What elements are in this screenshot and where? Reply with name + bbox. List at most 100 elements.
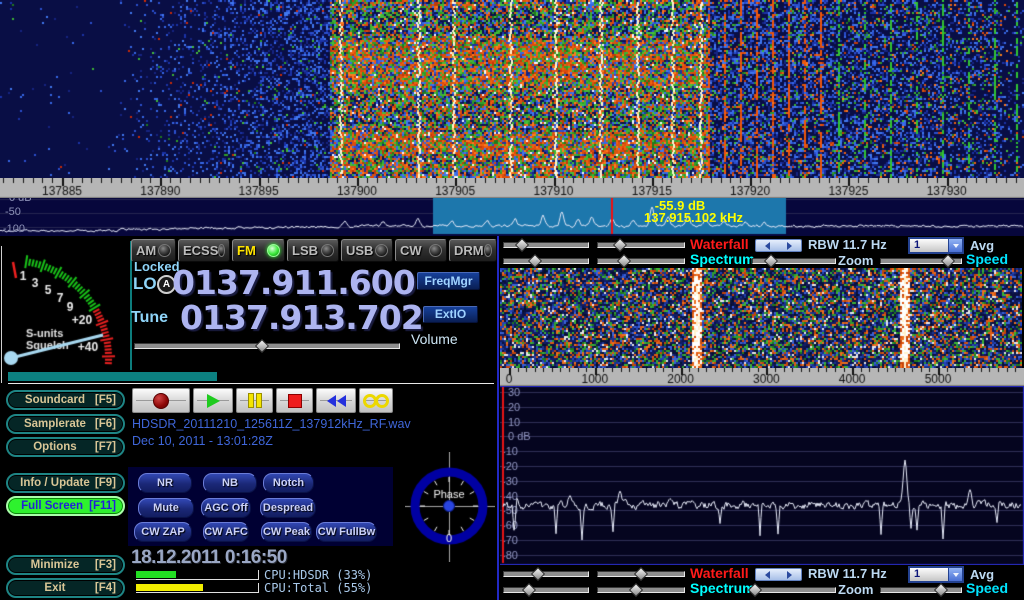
- zoom-slider[interactable]: [752, 583, 836, 596]
- mode-led-fm: [267, 244, 280, 257]
- clock-display: 18.12.2011 0:16:50: [131, 547, 287, 569]
- agc-off-button[interactable]: AGC Off: [201, 498, 251, 518]
- slider-thumb[interactable]: [941, 254, 955, 268]
- nr-button[interactable]: NR: [138, 473, 192, 493]
- waterfall-contrast-slider[interactable]: [503, 567, 589, 580]
- mode-button-usb[interactable]: USB: [341, 239, 393, 262]
- waterfall-brightness-slider[interactable]: [597, 238, 685, 251]
- despread-button[interactable]: Despread: [260, 498, 316, 518]
- lo-frequency-display[interactable]: 0137.911.600: [172, 266, 415, 299]
- spectrum-range-slider[interactable]: [503, 583, 589, 596]
- cw-zap-button[interactable]: CW ZAP: [134, 522, 192, 542]
- zoom-waterfall-display[interactable]: [500, 268, 1022, 368]
- avg-select[interactable]: 1: [908, 566, 964, 583]
- squelch-level-bar[interactable]: [8, 372, 217, 381]
- meter-frame-line: [1, 246, 2, 383]
- pause-icon: [247, 393, 263, 408]
- slider-thumb[interactable]: [255, 339, 269, 353]
- soundcard-button[interactable]: Soundcard[F5]: [6, 390, 125, 410]
- speed-slider[interactable]: [880, 254, 962, 267]
- band-arrows-spinner[interactable]: [755, 568, 802, 581]
- volume-slider[interactable]: [134, 339, 400, 352]
- spin-left-icon[interactable]: [765, 571, 770, 579]
- group-underline: [8, 383, 494, 384]
- mode-button-lsb[interactable]: LSB: [287, 239, 339, 262]
- slider-thumb[interactable]: [515, 238, 529, 252]
- spectrum-offset-slider[interactable]: [597, 583, 685, 596]
- slider-thumb[interactable]: [522, 583, 536, 597]
- freqmgr-button[interactable]: FreqMgr: [417, 272, 480, 290]
- nb-button[interactable]: NB: [203, 473, 257, 493]
- lower-display-controls: WaterfallRBW 11.7 Hz1AvgSpectrumZoomSpee…: [500, 566, 1024, 597]
- slider-thumb[interactable]: [629, 583, 643, 597]
- band-arrows-spinner[interactable]: [755, 239, 802, 252]
- mode-button-cw[interactable]: CW: [395, 239, 447, 262]
- extio-button[interactable]: ExtIO: [423, 306, 478, 323]
- frequency-scale[interactable]: [0, 178, 1024, 198]
- slider-thumb[interactable]: [634, 567, 648, 581]
- spectrum-range-slider[interactable]: [503, 254, 589, 267]
- notch-button[interactable]: Notch: [263, 473, 314, 493]
- cpu-usage-fill: [136, 584, 203, 591]
- rbw-label: RBW 11.7 Hz: [808, 566, 887, 581]
- phase-dial[interactable]: [405, 452, 495, 562]
- cpu-usage-fill: [136, 571, 176, 578]
- zoom-spectrum-display[interactable]: [500, 386, 1024, 565]
- main-spectrum-strip[interactable]: [0, 198, 1024, 236]
- spin-right-icon[interactable]: [787, 242, 792, 250]
- spectrum-offset-slider[interactable]: [597, 254, 685, 267]
- samplerate-button[interactable]: Samplerate[F6]: [6, 414, 125, 434]
- dropdown-arrow-icon[interactable]: [948, 568, 962, 581]
- play-icon: [207, 394, 220, 408]
- speed-slider[interactable]: [880, 583, 962, 596]
- main-waterfall-display[interactable]: [0, 0, 1024, 178]
- slider-thumb[interactable]: [528, 254, 542, 268]
- spin-right-icon[interactable]: [787, 571, 792, 579]
- cw-peak-button[interactable]: CW Peak: [261, 522, 312, 542]
- rewind-button[interactable]: [316, 388, 356, 413]
- zoom-slider[interactable]: [752, 254, 836, 267]
- exit-button[interactable]: Exit[F4]: [6, 578, 125, 598]
- minimize-button[interactable]: Minimize[F3]: [6, 555, 125, 575]
- full-screen-button[interactable]: Full Screen[F11]: [6, 496, 125, 516]
- info-update-button[interactable]: Info / Update[F9]: [6, 473, 125, 493]
- avg-select[interactable]: 1: [908, 237, 964, 254]
- pause-button[interactable]: [236, 388, 273, 413]
- mute-button[interactable]: Mute: [138, 498, 194, 518]
- tune-frequency-display[interactable]: 0137.913.702: [180, 301, 423, 334]
- slider-thumb[interactable]: [934, 583, 948, 597]
- dsp-button-panel: NR NB Notch Mute AGC Off Despread CW ZAP CW AFC…: [128, 467, 393, 546]
- strip-db-label: -50: [5, 206, 21, 218]
- slider-thumb[interactable]: [617, 254, 631, 268]
- loop-button[interactable]: [359, 388, 393, 413]
- dropdown-arrow-icon[interactable]: [948, 239, 962, 252]
- mode-led-usb: [375, 244, 388, 257]
- record-button[interactable]: [132, 388, 190, 413]
- volume-label: Volume: [411, 331, 458, 347]
- cw-fullbw-button[interactable]: CW FullBw: [316, 522, 377, 542]
- play-button[interactable]: [193, 388, 233, 413]
- cw-afc-button[interactable]: CW AFC: [203, 522, 249, 542]
- mode-button-fm[interactable]: FM: [232, 239, 285, 262]
- mode-led-ecss: [218, 244, 225, 257]
- stop-button[interactable]: [276, 388, 313, 413]
- s-meter[interactable]: [2, 238, 128, 378]
- spin-left-icon[interactable]: [765, 242, 770, 250]
- mode-button-row: AMECSSFMLSBUSBCWDRM: [131, 239, 497, 262]
- options-button[interactable]: Options[F7]: [6, 437, 125, 457]
- zoom-frequency-scale[interactable]: [500, 368, 1024, 386]
- mode-button-ecss[interactable]: ECSS: [178, 239, 230, 262]
- recording-filename: HDSDR_20111210_125611Z_137912kHz_RF.wav: [132, 417, 411, 431]
- mode-led-lsb: [321, 244, 334, 257]
- mode-led-cw: [429, 244, 442, 257]
- mode-button-am[interactable]: AM: [131, 239, 176, 262]
- waterfall-brightness-slider[interactable]: [597, 567, 685, 580]
- waterfall-contrast-slider[interactable]: [503, 238, 589, 251]
- mode-button-drm[interactable]: DRM: [449, 239, 497, 262]
- slider-thumb[interactable]: [531, 567, 545, 581]
- rec-icon: [153, 393, 169, 409]
- mode-led-am: [158, 244, 171, 257]
- rew-icon: [326, 395, 346, 407]
- slider-thumb[interactable]: [764, 254, 778, 268]
- slider-thumb[interactable]: [613, 238, 627, 252]
